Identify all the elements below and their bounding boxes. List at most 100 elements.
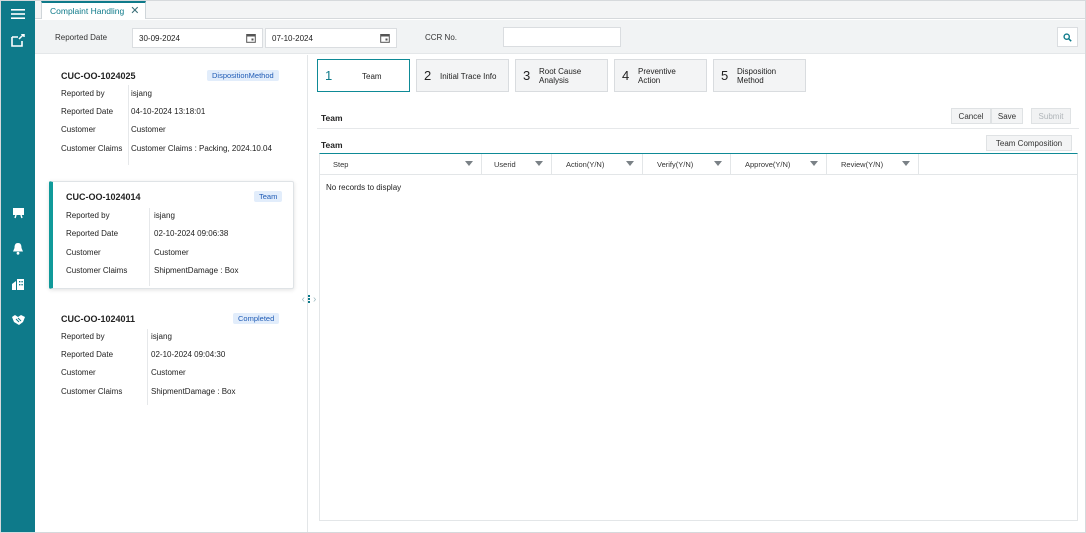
complaint-card-selected[interactable]: CUC-OO-1024014 Team Reported by isjang R… xyxy=(49,181,294,289)
drag-handle-icon[interactable] xyxy=(308,295,310,303)
side-rail xyxy=(1,1,35,532)
status-badge: Completed xyxy=(233,313,280,324)
complaint-card[interactable]: CUC-OO-1024011 Completed Reported by isj… xyxy=(51,307,291,405)
grid-title: Team xyxy=(321,140,343,150)
section-divider xyxy=(317,128,1079,129)
date-from-field[interactable]: 30-09-2024 xyxy=(132,28,263,48)
ccr-input[interactable] xyxy=(503,27,621,47)
date-to-field[interactable]: 07-10-2024 xyxy=(265,28,397,48)
building-icon[interactable] xyxy=(8,274,28,294)
step-label: Initial Trace Info xyxy=(440,72,497,81)
chevron-left-icon[interactable]: ‹ xyxy=(302,294,305,305)
complaint-id: CUC-OO-1024011 xyxy=(61,314,136,324)
field-value: 02-10-2024 09:06:38 xyxy=(154,229,229,238)
column-label: Review(Y/N) xyxy=(841,160,884,169)
board-icon[interactable] xyxy=(8,203,28,223)
step-label: Disposition Method xyxy=(737,67,777,85)
filter-icon[interactable] xyxy=(810,161,818,166)
column-header-approve[interactable]: Approve(Y/N) xyxy=(731,154,827,175)
complaint-card[interactable]: CUC-OO-1024025 DispositionMethod Reporte… xyxy=(51,63,291,165)
filter-bar: Reported Date 30-09-2024 07-10-2024 CCR … xyxy=(35,20,1085,54)
cancel-label: Cancel xyxy=(958,111,984,121)
field-value: ShipmentDamage : Box xyxy=(154,266,239,275)
app-window: Complaint Handling ✕ Reported Date 30-09… xyxy=(0,0,1086,533)
column-label: Step xyxy=(333,160,349,169)
step-team[interactable]: 1 Team xyxy=(317,59,410,92)
filter-icon[interactable] xyxy=(626,161,634,166)
field-label: Customer Claims xyxy=(61,144,123,153)
column-label: Approve(Y/N) xyxy=(745,160,791,169)
search-button[interactable] xyxy=(1057,27,1078,47)
filter-icon[interactable] xyxy=(902,161,910,166)
column-header-action[interactable]: Action(Y/N) xyxy=(552,154,643,175)
field-label: Reported by xyxy=(61,89,105,98)
step-root-cause-analysis[interactable]: 3 Root Cause Analysis xyxy=(515,59,608,92)
ccr-label: CCR No. xyxy=(425,33,458,42)
field-value: Customer xyxy=(154,248,189,257)
field-label: Reported Date xyxy=(61,350,114,359)
field-value: Customer Claims : Packing, 2024.10.04 xyxy=(131,144,272,153)
filter-icon[interactable] xyxy=(465,161,473,166)
step-number: 3 xyxy=(523,68,531,83)
field-value: Customer xyxy=(151,368,186,377)
date-from-value: 30-09-2024 xyxy=(139,33,180,43)
column-label: Action(Y/N) xyxy=(566,160,605,169)
step-label: Team xyxy=(362,72,382,81)
field-label: Customer xyxy=(61,368,96,377)
reported-date-label: Reported Date xyxy=(55,33,108,42)
step-disposition-method[interactable]: 5 Disposition Method xyxy=(713,59,806,92)
bell-icon[interactable] xyxy=(8,238,28,258)
column-header-review[interactable]: Review(Y/N) xyxy=(827,154,919,175)
step-label: Root Cause Analysis xyxy=(539,67,582,85)
tab-complaint-handling[interactable]: Complaint Handling ✕ xyxy=(41,1,147,19)
calendar-icon[interactable] xyxy=(380,33,390,43)
step-preventive-action[interactable]: 4 Preventive Action xyxy=(614,59,707,92)
complaint-list: CUC-OO-1024025 DispositionMethod Reporte… xyxy=(35,55,308,532)
date-to-value: 07-10-2024 xyxy=(272,33,313,43)
field-value: Customer xyxy=(131,125,166,134)
close-icon[interactable]: ✕ xyxy=(130,5,139,17)
chevron-right-icon[interactable]: › xyxy=(313,294,316,305)
field-label: Customer Claims xyxy=(66,266,128,275)
divider xyxy=(128,85,129,165)
field-value: isjang xyxy=(151,332,172,341)
column-header-step[interactable]: Step xyxy=(320,154,482,175)
field-value: 02-10-2024 09:04:30 xyxy=(151,350,226,359)
column-header-verify[interactable]: Verify(Y/N) xyxy=(643,154,731,175)
step-initial-trace-info[interactable]: 2 Initial Trace Info xyxy=(416,59,509,92)
tab-label: Complaint Handling xyxy=(50,6,125,16)
field-label: Customer Claims xyxy=(61,387,123,396)
field-value: 04-10-2024 13:18:01 xyxy=(131,107,206,116)
divider xyxy=(147,329,148,405)
status-badge: DispositionMethod xyxy=(207,70,279,81)
field-value: ShipmentDamage : Box xyxy=(151,387,236,396)
cancel-button[interactable]: Cancel xyxy=(951,108,991,124)
submit-button[interactable]: Submit xyxy=(1031,108,1071,124)
filter-icon[interactable] xyxy=(535,161,543,166)
export-icon[interactable] xyxy=(8,30,28,50)
handshake-icon[interactable] xyxy=(8,309,28,329)
menu-icon[interactable] xyxy=(8,4,28,24)
field-label: Reported Date xyxy=(61,107,114,116)
complaint-id: CUC-OO-1024014 xyxy=(66,192,141,202)
field-label: Reported by xyxy=(66,211,110,220)
field-label: Customer xyxy=(66,248,101,257)
submit-label: Submit xyxy=(1038,111,1064,121)
step-number: 5 xyxy=(721,68,729,83)
team-composition-button[interactable]: Team Composition xyxy=(986,135,1072,151)
field-value: isjang xyxy=(131,89,152,98)
step-number: 2 xyxy=(424,68,432,83)
calendar-icon[interactable] xyxy=(246,33,256,43)
tab-bar: Complaint Handling ✕ xyxy=(35,1,1085,19)
step-label: Preventive Action xyxy=(638,67,676,85)
column-header-userid[interactable]: Userid xyxy=(482,154,552,175)
save-button[interactable]: Save xyxy=(991,108,1023,124)
team-composition-label: Team Composition xyxy=(995,138,1063,148)
field-value: isjang xyxy=(154,211,175,220)
filter-icon[interactable] xyxy=(714,161,722,166)
field-label: Reported Date xyxy=(66,229,119,238)
grid-header: Step Userid Action(Y/N) Verify(Y/N) Appr… xyxy=(320,154,1077,175)
save-label: Save xyxy=(997,111,1017,121)
divider xyxy=(149,208,150,286)
field-label: Customer xyxy=(61,125,96,134)
